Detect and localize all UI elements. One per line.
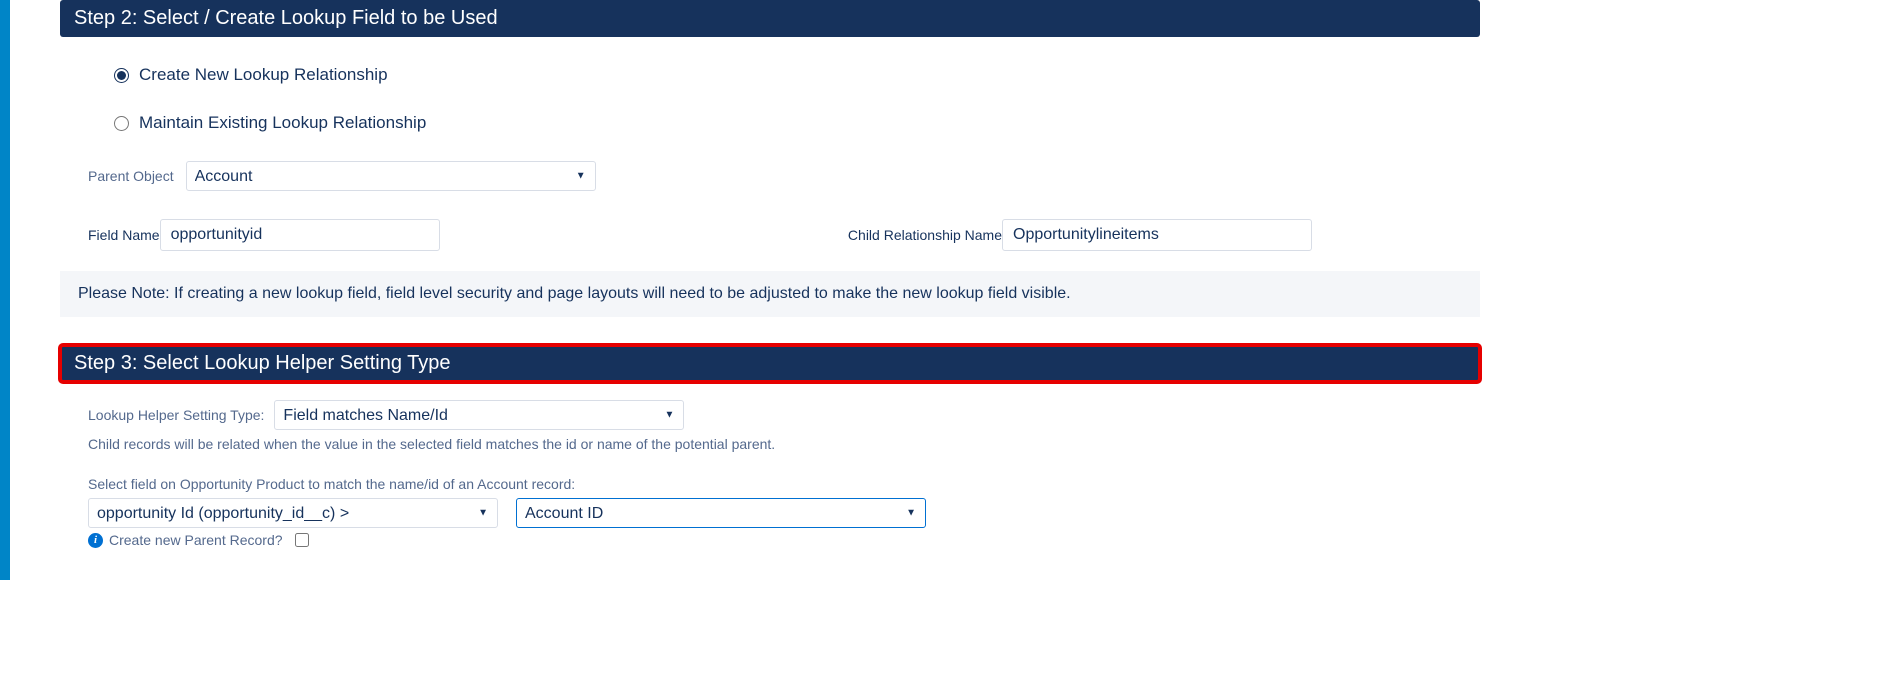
step3-body: Lookup Helper Setting Type: Field matche… — [60, 382, 1480, 556]
step3-header: Step 3: Select Lookup Helper Setting Typ… — [60, 345, 1480, 382]
field-name-row: Field Name Child Relationship Name — [88, 219, 1452, 251]
setting-type-select[interactable]: Field matches Name/Id — [274, 400, 684, 430]
create-parent-checkbox[interactable] — [295, 533, 309, 547]
match-field-row: opportunity Id (opportunity_id__c) > Acc… — [88, 498, 1452, 528]
radio-create-label: Create New Lookup Relationship — [139, 65, 388, 85]
field-name-label: Field Name — [88, 227, 160, 243]
create-parent-row: i Create new Parent Record? — [88, 532, 1452, 548]
radio-create-new[interactable] — [114, 68, 129, 83]
setting-type-select-wrap: Field matches Name/Id — [274, 400, 684, 430]
radio-maintain-label: Maintain Existing Lookup Relationship — [139, 113, 426, 133]
step2-body: Create New Lookup Relationship Maintain … — [60, 37, 1480, 271]
parent-object-select-wrap: Account — [186, 161, 596, 191]
match-field-2-select[interactable]: Account ID — [516, 498, 926, 528]
match-field-1-select[interactable]: opportunity Id (opportunity_id__c) > — [88, 498, 498, 528]
step2-header: Step 2: Select / Create Lookup Field to … — [60, 0, 1480, 37]
parent-object-select[interactable]: Account — [186, 161, 596, 191]
radio-maintain-row[interactable]: Maintain Existing Lookup Relationship — [114, 113, 1452, 133]
info-icon[interactable]: i — [88, 533, 103, 548]
left-accent-rail — [0, 0, 10, 580]
step2-header-text: Step 2: Select / Create Lookup Field to … — [74, 7, 498, 29]
parent-object-label: Parent Object — [88, 168, 174, 184]
radio-create-row[interactable]: Create New Lookup Relationship — [114, 65, 1452, 85]
child-relationship-input[interactable] — [1002, 219, 1312, 251]
setting-type-label: Lookup Helper Setting Type: — [88, 407, 264, 423]
parent-object-row: Parent Object Account — [88, 161, 1452, 191]
select-field-label: Select field on Opportunity Product to m… — [88, 476, 1452, 492]
field-name-input[interactable] — [160, 219, 440, 251]
match-field-2-wrap: Account ID — [516, 498, 926, 528]
main-content: Step 2: Select / Create Lookup Field to … — [10, 0, 1530, 580]
create-parent-label: Create new Parent Record? — [109, 532, 283, 548]
child-relationship-label: Child Relationship Name — [848, 227, 1002, 243]
step2-note: Please Note: If creating a new lookup fi… — [60, 271, 1480, 317]
match-field-1-wrap: opportunity Id (opportunity_id__c) > — [88, 498, 498, 528]
setting-type-row: Lookup Helper Setting Type: Field matche… — [88, 400, 1452, 430]
setting-type-help-text: Child records will be related when the v… — [88, 436, 1452, 452]
radio-maintain-existing[interactable] — [114, 116, 129, 131]
step3-header-text: Step 3: Select Lookup Helper Setting Typ… — [74, 352, 451, 374]
step2-note-text: Please Note: If creating a new lookup fi… — [78, 285, 1071, 302]
